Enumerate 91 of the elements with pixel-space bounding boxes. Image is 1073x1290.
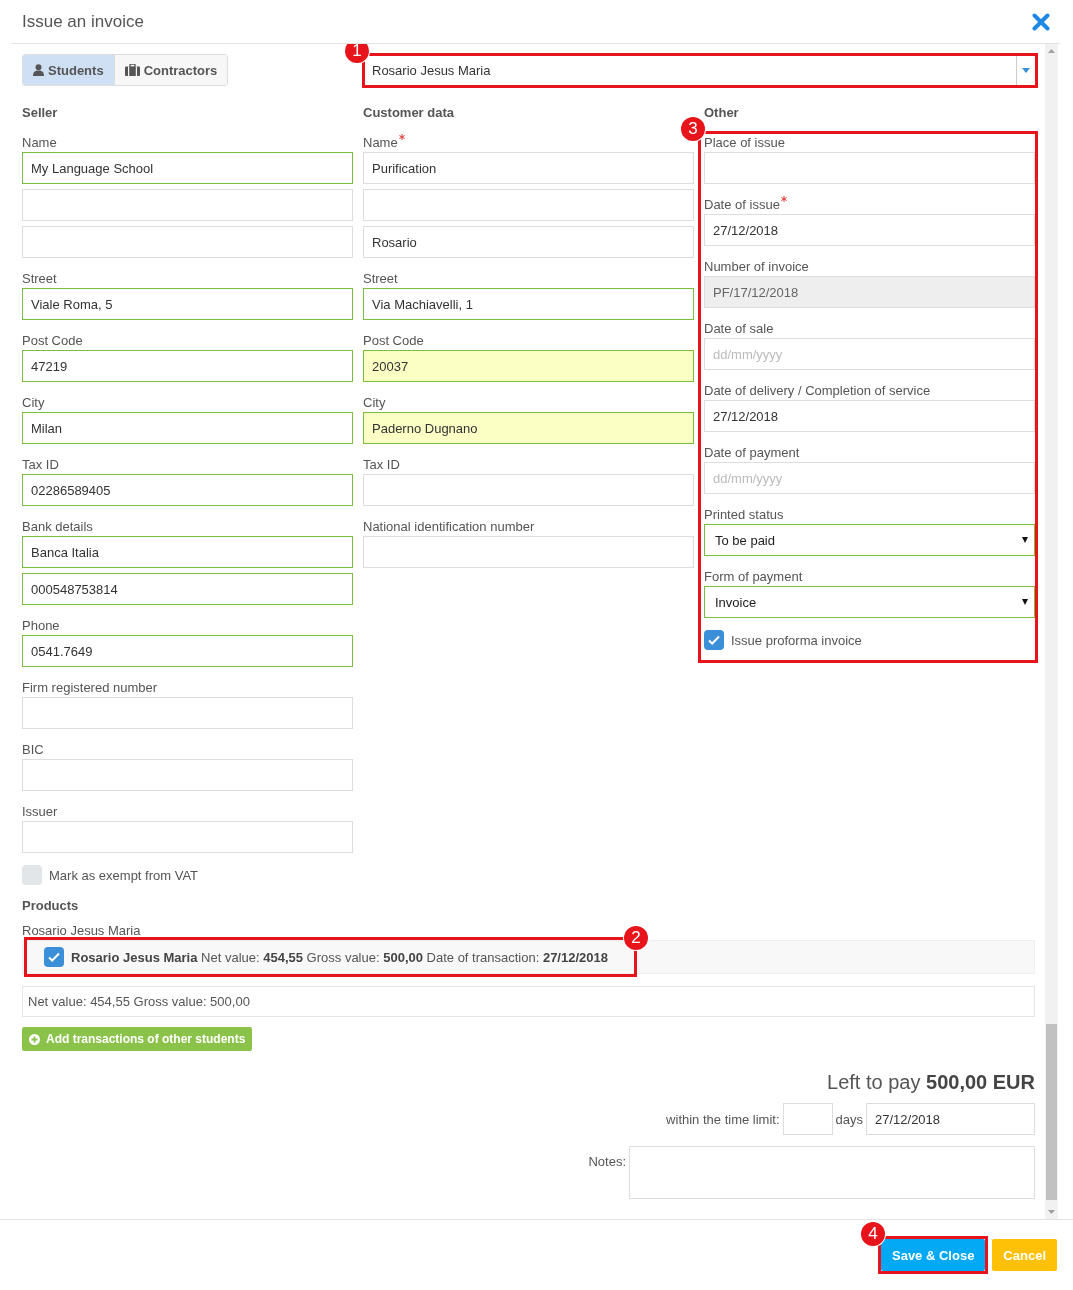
plus-icon [29, 1033, 40, 1045]
text-field[interactable]: Milan [22, 412, 353, 444]
due-date-field[interactable]: 27/12/2018 [866, 1103, 1035, 1135]
field-label: Name [22, 134, 57, 152]
caret-icon [1022, 599, 1028, 605]
text-field[interactable]: 27/12/2018 [704, 400, 1035, 432]
dropdown[interactable]: To be paid [704, 524, 1035, 556]
text-field[interactable]: Purification [363, 152, 694, 184]
time-limit-label: within the time limit: [666, 1111, 780, 1127]
briefcase-icon [124, 64, 140, 76]
section-heading: Customer data [363, 104, 456, 122]
summary-text: Net value: 454,55 Gross value: 500,00 [28, 994, 250, 1009]
checkbox[interactable] [44, 947, 64, 967]
checkbox[interactable] [704, 630, 724, 650]
field-label: Place of issue [704, 134, 785, 152]
check-icon [707, 633, 721, 647]
section-heading: Seller [22, 104, 59, 122]
field-label: Tax ID [22, 456, 59, 474]
text-field[interactable]: My Language School [22, 152, 353, 184]
dropdown[interactable]: Invoice [704, 586, 1035, 618]
text-field[interactable]: Paderno Dugnano [363, 412, 694, 444]
field-label: Date of issue [704, 196, 780, 214]
field-label: Street [22, 270, 57, 288]
field-label: Firm registered number [22, 679, 158, 697]
required-icon [398, 134, 405, 140]
field-label: Tax ID [363, 456, 400, 474]
field-label: Date of payment [704, 444, 800, 462]
text-field[interactable]: 27/12/2018 [704, 214, 1035, 246]
section-heading: Products [22, 897, 80, 915]
days-label: days [835, 1111, 863, 1127]
tab[interactable]: Students [23, 55, 114, 85]
text-field[interactable] [22, 189, 353, 221]
text-field[interactable]: 47219 [22, 350, 353, 382]
callout-number: 2 [624, 926, 648, 950]
text-field[interactable] [363, 474, 694, 506]
field-label: City [22, 394, 45, 412]
field-label: Bank details [22, 518, 93, 536]
required-icon [780, 196, 787, 202]
checkbox-label: Issue proforma invoice [731, 632, 862, 648]
field-label: Post Code [22, 332, 83, 350]
text-field[interactable]: 20037 [363, 350, 694, 382]
checkbox[interactable] [22, 865, 42, 885]
caret-icon [1022, 537, 1028, 543]
field-label: Form of payment [704, 568, 803, 586]
field-label: Printed status [704, 506, 784, 524]
text-field[interactable]: 0541.7649 [22, 635, 353, 667]
field-label: Name [363, 134, 398, 152]
field-label: National identification number [363, 518, 535, 536]
scrollbar[interactable] [1045, 44, 1058, 1219]
text-field[interactable]: 000548753814 [22, 573, 353, 605]
notes-label: Notes: [588, 1154, 626, 1169]
text-field[interactable] [363, 536, 694, 568]
section-heading: Other [704, 104, 740, 122]
scrollbar-thumb[interactable] [1046, 1024, 1057, 1200]
transaction-text: Rosario Jesus Maria Net value: 454,55 Gross value: 500,00 Date of transaction: 27/12/2018 [71, 949, 608, 965]
field-label: City [363, 394, 386, 412]
text-field[interactable] [363, 189, 694, 221]
text-field[interactable]: dd/mm/yyyy [704, 338, 1035, 370]
text-field[interactable]: Rosario [363, 226, 694, 258]
callout-number: 1 [345, 44, 369, 63]
text-field[interactable] [22, 226, 353, 258]
field-label: Issuer [22, 803, 58, 821]
field-label: Number of invoice [704, 258, 809, 276]
field-label: Date of sale [704, 320, 774, 338]
text-field[interactable]: Via Machiavelli, 1 [363, 288, 694, 320]
person-icon [33, 64, 44, 76]
checkbox-label: Mark as exempt from VAT [49, 867, 199, 883]
group-label: Rosario Jesus Maria [22, 923, 141, 938]
dialog-title: Issue an invoice [22, 11, 144, 32]
text-field[interactable] [704, 152, 1035, 184]
text-field[interactable]: 02286589405 [22, 474, 353, 506]
left-to-pay: Left to pay 500,00 EUR [826, 1071, 1035, 1093]
close-icon[interactable] [1032, 12, 1050, 31]
field-label: Street [363, 270, 398, 288]
text-field[interactable]: dd/mm/yyyy [704, 462, 1035, 494]
text-field[interactable]: Banca Italia [22, 536, 353, 568]
days-field[interactable] [782, 1103, 833, 1135]
text-field[interactable] [22, 759, 353, 791]
field-label: BIC [22, 741, 44, 759]
field-label: Phone [22, 617, 60, 635]
text-field[interactable] [22, 821, 353, 853]
notes-field[interactable] [629, 1146, 1035, 1199]
caret-icon [1022, 68, 1030, 73]
field-label: Post Code [363, 332, 424, 350]
callout-number: 3 [681, 117, 705, 141]
field-label: Date of delivery / Completion of service [704, 382, 931, 400]
text-field[interactable]: Viale Roma, 5 [22, 288, 353, 320]
tab[interactable]: Contractors [113, 55, 228, 85]
text-field[interactable] [22, 697, 353, 729]
check-icon [47, 950, 61, 964]
callout-number: 4 [861, 1222, 885, 1246]
